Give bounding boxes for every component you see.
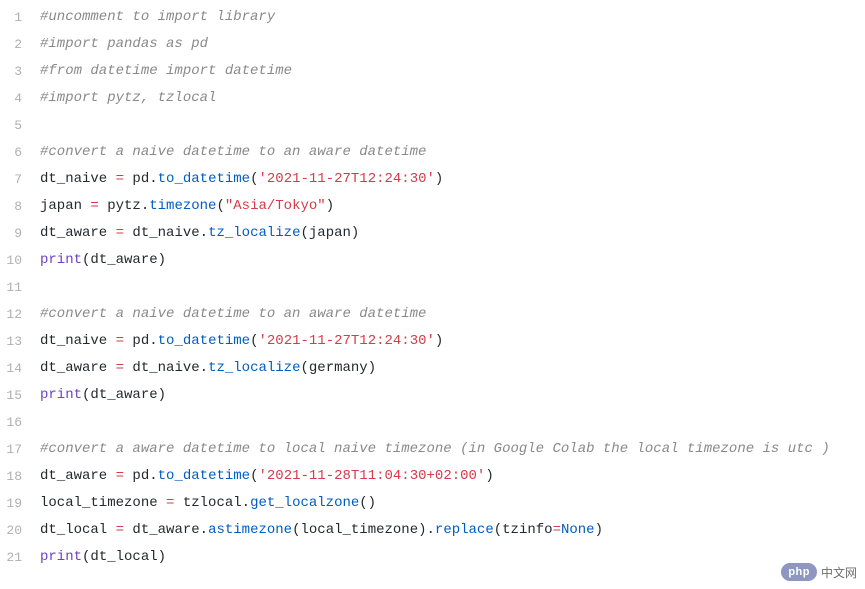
watermark-badge: php [781,563,817,581]
watermark-text: 中文网 [821,564,857,581]
line-number: 2 [0,31,40,58]
line-number: 17 [0,436,40,463]
code-line: 20dt_local = dt_aware.astimezone(local_t… [0,517,865,544]
line-content: #import pandas as pd [40,31,208,58]
code-line: 10print(dt_aware) [0,247,865,274]
code-line: 1#uncomment to import library [0,4,865,31]
line-number: 6 [0,139,40,166]
line-number: 12 [0,301,40,328]
code-line: 8japan = pytz.timezone("Asia/Tokyo") [0,193,865,220]
line-content: #uncomment to import library [40,4,275,31]
line-number: 8 [0,193,40,220]
line-content: #convert a naive datetime to an aware da… [40,301,426,328]
line-number: 11 [0,274,40,301]
code-line: 19local_timezone = tzlocal.get_localzone… [0,490,865,517]
code-line: 16 [0,409,865,436]
code-line: 5 [0,112,865,139]
line-content: #from datetime import datetime [40,58,292,85]
line-content: print(dt_aware) [40,382,166,409]
code-line: 7dt_naive = pd.to_datetime('2021-11-27T1… [0,166,865,193]
code-line: 13dt_naive = pd.to_datetime('2021-11-27T… [0,328,865,355]
line-number: 1 [0,4,40,31]
line-content: dt_local = dt_aware.astimezone(local_tim… [40,517,603,544]
line-content: local_timezone = tzlocal.get_localzone() [40,490,376,517]
line-number: 16 [0,409,40,436]
line-number: 19 [0,490,40,517]
code-block: 1#uncomment to import library2#import pa… [0,0,865,571]
code-line: 4#import pytz, tzlocal [0,85,865,112]
code-line: 18dt_aware = pd.to_datetime('2021-11-28T… [0,463,865,490]
line-content: #import pytz, tzlocal [40,85,216,112]
line-number: 4 [0,85,40,112]
code-line: 12#convert a naive datetime to an aware … [0,301,865,328]
line-number: 21 [0,544,40,571]
line-number: 20 [0,517,40,544]
line-number: 5 [0,112,40,139]
line-number: 15 [0,382,40,409]
code-line: 21print(dt_local) [0,544,865,571]
line-number: 3 [0,58,40,85]
line-content: #convert a naive datetime to an aware da… [40,139,426,166]
line-content: dt_aware = pd.to_datetime('2021-11-28T11… [40,463,494,490]
code-line: 6#convert a naive datetime to an aware d… [0,139,865,166]
line-content: #convert a aware datetime to local naive… [40,436,830,463]
line-content: dt_naive = pd.to_datetime('2021-11-27T12… [40,166,443,193]
line-number: 13 [0,328,40,355]
line-number: 7 [0,166,40,193]
code-line: 15print(dt_aware) [0,382,865,409]
code-line: 2#import pandas as pd [0,31,865,58]
line-content: japan = pytz.timezone("Asia/Tokyo") [40,193,334,220]
watermark: php 中文网 [781,563,857,581]
line-content: print(dt_aware) [40,247,166,274]
code-line: 3#from datetime import datetime [0,58,865,85]
line-content: dt_aware = dt_naive.tz_localize(japan) [40,220,359,247]
line-content: print(dt_local) [40,544,166,571]
line-number: 9 [0,220,40,247]
line-content: dt_aware = dt_naive.tz_localize(germany) [40,355,376,382]
code-line: 17#convert a aware datetime to local nai… [0,436,865,463]
code-line: 9dt_aware = dt_naive.tz_localize(japan) [0,220,865,247]
line-content: dt_naive = pd.to_datetime('2021-11-27T12… [40,328,443,355]
code-line: 14dt_aware = dt_naive.tz_localize(german… [0,355,865,382]
code-line: 11 [0,274,865,301]
line-number: 10 [0,247,40,274]
line-number: 14 [0,355,40,382]
line-number: 18 [0,463,40,490]
